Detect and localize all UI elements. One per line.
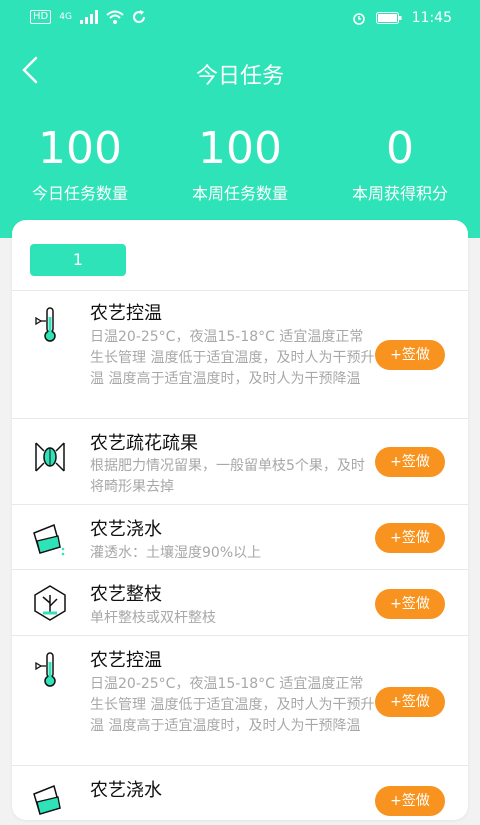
watering-icon: [30, 780, 70, 820]
sign-button[interactable]: +签做: [375, 589, 445, 619]
task-title: 农艺控温: [90, 650, 162, 671]
hd-badge: HD: [30, 10, 52, 24]
status-bar: HD 4G 11:45: [0, 0, 480, 40]
sign-button[interactable]: +签做: [375, 447, 445, 477]
list-item[interactable]: 农艺控温 日温20-25°C，夜温15-18°C 适宜温度正常生长管理 温度低于…: [12, 635, 468, 765]
task-list: 农艺控温 日温20-25°C，夜温15-18°C 适宜温度正常生长管理 温度低于…: [12, 290, 468, 825]
sign-button[interactable]: +签做: [375, 687, 445, 717]
task-card: 1 农艺控温 日温20-25°C，夜温15-18°C 适宜温度正常生长管理 温度…: [12, 220, 468, 820]
stat-label: 今日任务数量: [31, 184, 128, 203]
task-title: 农艺疏花疏果: [90, 433, 198, 454]
nav-bar: 今日任务: [0, 40, 480, 100]
list-item[interactable]: 农艺疏花疏果 根据肥力情况留果，一般留单枝5个果，及时将畸形果去掉 +签做: [12, 418, 468, 504]
alarm-icon: [352, 13, 365, 25]
task-title: 农艺整枝: [90, 584, 162, 605]
watering-icon: [30, 519, 70, 559]
task-desc: 根据肥力情况留果，一般留单枝5个果，及时将畸形果去掉: [90, 458, 365, 495]
clock: 11:45: [411, 10, 452, 26]
task-title: 农艺控温: [90, 303, 162, 324]
stats-row: 100 今日任务数量 100 本周任务数量 0 本周获得积分: [0, 120, 480, 210]
stat-today: 100 今日任务数量: [0, 120, 160, 210]
thermometer-icon: [30, 305, 70, 345]
task-desc: 单杆整枝或双杆整枝: [90, 610, 216, 626]
stat-points: 0 本周获得积分: [320, 120, 480, 210]
wifi-icon: [106, 10, 124, 24]
signal-icon: [79, 10, 98, 24]
sign-button[interactable]: +签做: [375, 786, 445, 816]
task-desc: 日温20-25°C，夜温15-18°C 适宜温度正常生长管理 温度低于适宜温度，…: [90, 676, 375, 734]
group-tag[interactable]: 1: [30, 244, 126, 276]
sign-button[interactable]: +签做: [375, 340, 445, 370]
stat-value: 100: [38, 123, 122, 174]
task-title: 农艺浇水: [90, 519, 162, 540]
page-title: 今日任务: [195, 64, 284, 89]
list-item[interactable]: 农艺浇水 灌透水：土壤湿度90%以上 +签做: [12, 504, 468, 569]
stat-label: 本周任务数量: [191, 184, 288, 203]
battery-icon: [375, 12, 402, 24]
list-item[interactable]: 农艺浇水 +签做: [12, 765, 468, 825]
list-item[interactable]: 农艺整枝 单杆整枝或双杆整枝 +签做: [12, 569, 468, 635]
network-label: 4G: [59, 12, 72, 22]
stat-value: 100: [198, 123, 282, 174]
task-desc: 灌透水：土壤湿度90%以上: [90, 545, 262, 561]
sync-icon: [132, 10, 145, 24]
stat-week: 100 本周任务数量: [160, 120, 320, 210]
flower-thinning-icon: [30, 437, 70, 477]
sign-button[interactable]: +签做: [375, 523, 445, 553]
list-item[interactable]: 农艺控温 日温20-25°C，夜温15-18°C 适宜温度正常生长管理 温度低于…: [12, 290, 468, 418]
stat-label: 本周获得积分: [351, 184, 448, 203]
thermometer-icon: [30, 650, 70, 690]
task-desc: 日温20-25°C，夜温15-18°C 适宜温度正常生长管理 温度低于适宜温度，…: [90, 329, 375, 387]
pruning-icon: [30, 583, 70, 623]
stat-value: 0: [386, 123, 414, 174]
task-title: 农艺浇水: [90, 780, 162, 801]
